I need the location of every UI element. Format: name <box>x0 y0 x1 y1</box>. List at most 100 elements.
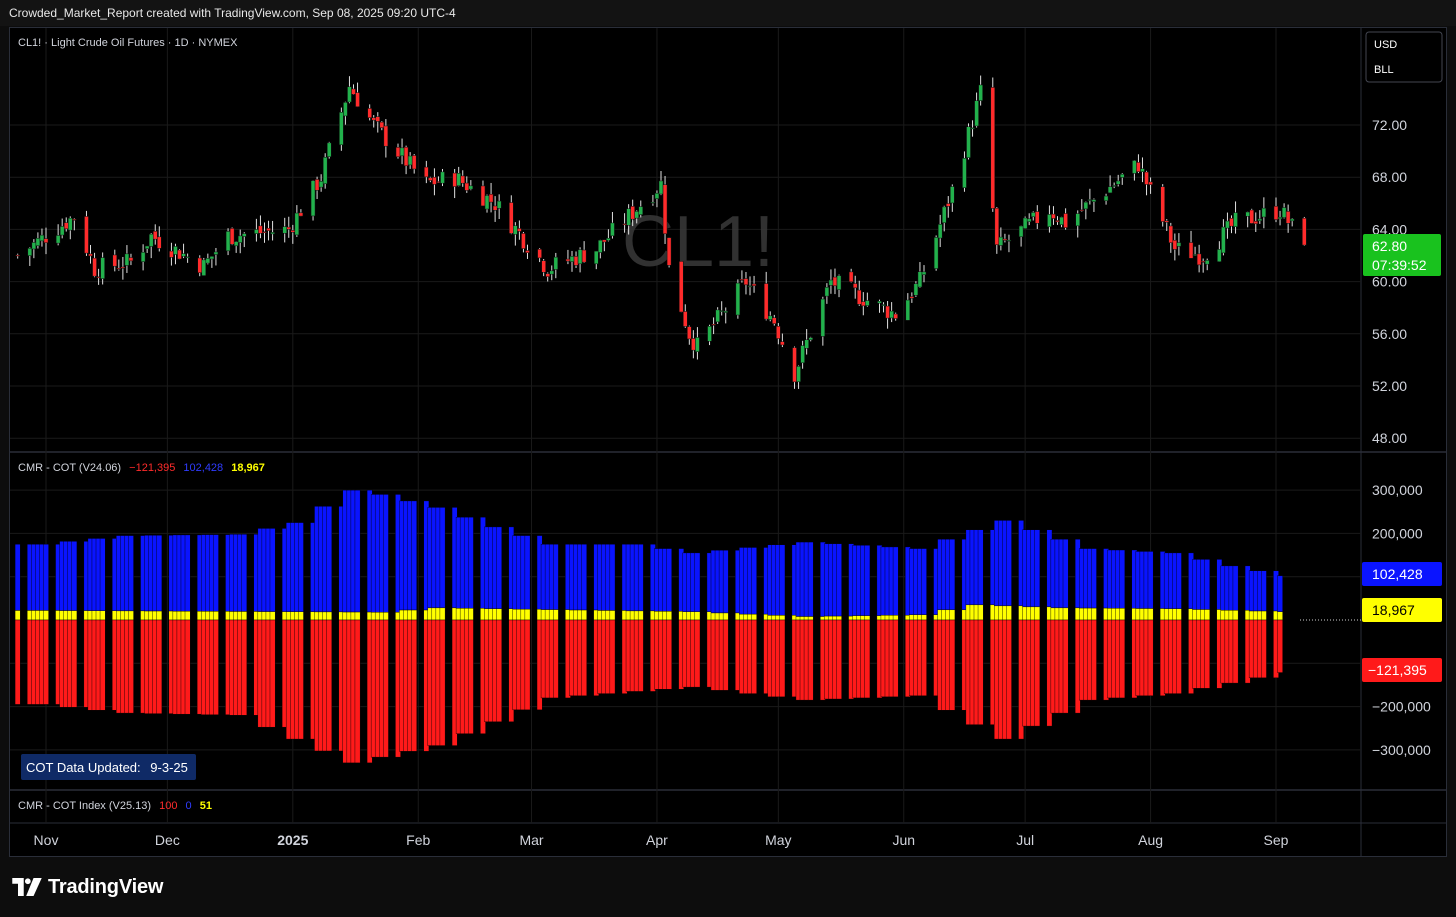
candle-up <box>496 200 502 209</box>
candle-down <box>990 87 996 209</box>
cot-blue-bar <box>836 543 842 617</box>
candle-up <box>913 283 919 296</box>
currency-unit-box[interactable]: USD BLL <box>1365 31 1443 83</box>
price-axis-labels[interactable]: 72.0068.0064.0060.0056.0052.0048.00 <box>1372 117 1407 446</box>
candle-down <box>1144 171 1149 185</box>
candle-up <box>1107 186 1113 194</box>
candle-up <box>828 279 834 286</box>
candle-down <box>169 250 174 258</box>
time-tick-label: Jul <box>1016 832 1034 848</box>
cot-red-bar <box>581 619 587 696</box>
chart-container[interactable]: CL1! 72.00 68.00 64.00 60.00 56.00 52.00 48.00… <box>9 27 1447 857</box>
candle-down <box>492 205 498 211</box>
candle-up <box>549 270 555 275</box>
candle-down <box>630 206 635 220</box>
candle-down <box>1168 225 1174 243</box>
cot-blue-bar <box>524 535 531 610</box>
cot-red-bar <box>1277 619 1283 673</box>
candle-up <box>598 239 603 253</box>
cot-index-legend[interactable]: CMR - COT Index (V25.13) 100 0 51 <box>18 800 212 812</box>
candle-down <box>622 223 627 226</box>
candle-down <box>739 279 745 281</box>
cot-red-bar <box>1006 619 1012 740</box>
candle-up <box>1132 160 1137 174</box>
candle-up <box>974 100 979 127</box>
candle-down <box>751 283 757 287</box>
candle-up <box>723 310 728 313</box>
cot-legend[interactable]: CMR - COT (V24.06) −121,395 102,428 18,9… <box>18 462 265 474</box>
candle-up <box>242 233 247 237</box>
cot-red-bar <box>184 619 191 715</box>
svg-text:COT Data Updated: 9-3-: COT Data Updated: 9-3-25 <box>26 760 188 775</box>
cot-blue-bar <box>184 534 191 612</box>
candle-down <box>893 313 898 319</box>
candle-up <box>905 299 911 321</box>
price-legend[interactable]: CL1! · Light Crude Oil Futures · 1D · NY… <box>18 37 238 49</box>
cot-yellow-bar <box>1176 608 1182 621</box>
time-tick-label: Mar <box>519 832 543 848</box>
cot-red-badge-value: −121,395 <box>1368 662 1427 678</box>
candle-up <box>343 102 348 117</box>
candle-up <box>824 287 830 297</box>
candle-up <box>715 309 720 323</box>
cot-blue-bar <box>1006 520 1012 607</box>
candle-up <box>1192 254 1198 256</box>
candle-down <box>1253 221 1259 225</box>
candle-up <box>1075 213 1080 227</box>
cot-blue-bar <box>269 528 276 612</box>
candle-up <box>1233 212 1238 228</box>
cot-blue-bar <box>354 489 361 613</box>
tradingview-logo[interactable]: TradingView <box>12 874 163 900</box>
cot-red-bar <box>71 619 78 708</box>
candle-down <box>290 230 296 233</box>
candle-up <box>1225 220 1230 229</box>
cot-blue-bar <box>1204 559 1211 610</box>
candle-down <box>112 254 118 267</box>
candle-down <box>1079 209 1085 212</box>
cot-yellow-bar <box>184 610 191 621</box>
candle-up <box>1018 225 1024 238</box>
candle-down <box>371 117 376 121</box>
cot-yellow-badge: 18,967 <box>1362 598 1442 622</box>
cot-red-bar <box>156 619 163 714</box>
cot-blue-bar <box>213 534 219 612</box>
candle-up <box>998 236 1004 246</box>
candle-up <box>719 310 724 312</box>
cot-yellow-bar <box>1261 610 1267 621</box>
candle-up <box>35 237 41 247</box>
cot-yellow-bar <box>1232 610 1239 621</box>
candle-up <box>638 206 644 215</box>
candle-down <box>286 226 292 230</box>
cot-blue-bar <box>1062 538 1069 609</box>
cot-blue-bar <box>71 541 78 611</box>
candle-up <box>877 300 882 304</box>
candle-up <box>1204 260 1210 265</box>
time-axis-labels[interactable]: Nov Dec 2025 Feb Mar Apr May Jun Jul Aug Sep <box>34 832 1289 848</box>
candle-down <box>994 207 1000 245</box>
candle-down <box>432 176 437 185</box>
time-tick-label: Aug <box>1138 832 1163 848</box>
candle-down <box>780 341 785 346</box>
cot-yellow-bar <box>609 610 616 621</box>
candle-down <box>367 108 372 118</box>
candle-down <box>772 317 777 324</box>
cot-red-bar <box>496 619 502 722</box>
candle-up <box>1047 214 1052 228</box>
candle-up <box>124 253 130 266</box>
cot-red-bar <box>298 619 304 740</box>
candle-down <box>545 273 550 277</box>
candle-down <box>832 276 838 287</box>
chart-svg[interactable]: CL1! 72.0068.0064.0060.0056.0052.0048.00… <box>10 28 1446 856</box>
candle-up <box>27 248 33 256</box>
candle-up <box>1257 218 1263 222</box>
cot-blue-bar <box>496 526 502 609</box>
candle-up <box>654 192 660 199</box>
candle-down <box>1302 217 1307 246</box>
candle-down <box>687 326 692 340</box>
candle-up <box>1120 173 1125 178</box>
cot-updated-value: 9-3-25 <box>150 760 188 775</box>
cot-blue-bar <box>722 549 729 614</box>
cot-blue-bar <box>298 522 304 612</box>
candle-up <box>310 180 316 217</box>
currency-label: USD <box>1374 39 1397 51</box>
